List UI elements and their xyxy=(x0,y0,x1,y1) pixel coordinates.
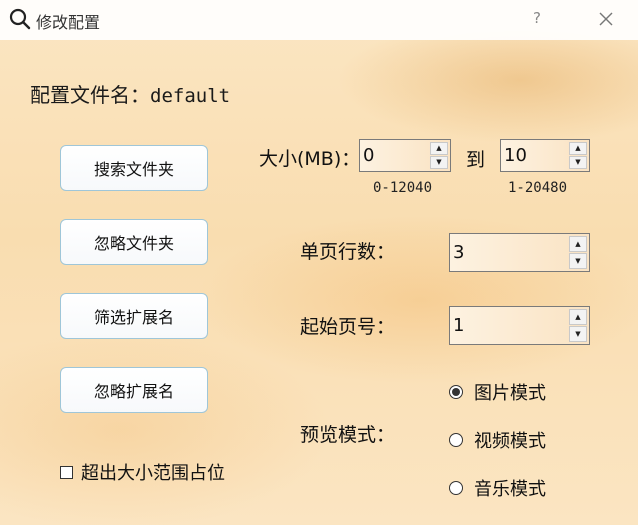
size-min-value[interactable]: 0 xyxy=(363,140,374,171)
out-of-range-placeholder-checkbox[interactable]: 超出大小范围占位 xyxy=(60,459,225,485)
title-bar: 修改配置 ? xyxy=(0,0,638,40)
caret-down-icon[interactable]: ▼ xyxy=(430,156,448,169)
checkbox-box[interactable] xyxy=(60,465,73,479)
radio-button[interactable] xyxy=(449,385,463,399)
radio-button[interactable] xyxy=(449,481,463,495)
close-button[interactable] xyxy=(597,10,615,28)
window-title: 修改配置 xyxy=(36,13,101,32)
config-name: 配置文件名：default xyxy=(30,79,230,108)
search-icon xyxy=(9,8,31,30)
radio-image-mode[interactable]: 图片模式 xyxy=(449,379,546,405)
ignore-folder-button[interactable]: 忽略文件夹 xyxy=(60,219,208,265)
preview-mode-label: 预览模式： xyxy=(300,424,396,446)
caret-up-icon[interactable]: ▲ xyxy=(569,309,587,325)
radio-label: 图片模式 xyxy=(474,383,546,404)
start-page-label: 起始页号： xyxy=(300,316,396,338)
caret-up-icon[interactable]: ▲ xyxy=(430,142,448,155)
size-max-value[interactable]: 10 xyxy=(504,140,527,171)
search-folder-button[interactable]: 搜索文件夹 xyxy=(60,145,208,191)
start-page-value[interactable]: 1 xyxy=(453,307,464,344)
config-name-value: default xyxy=(150,85,231,107)
rows-per-page-label: 单页行数： xyxy=(300,241,396,263)
start-page-spinbox[interactable]: 1 ▲ ▼ xyxy=(449,306,590,345)
rows-per-page-spinbox[interactable]: 3 ▲ ▼ xyxy=(449,233,590,272)
size-max-range: 1-20480 xyxy=(508,180,568,196)
size-min-spinbox[interactable]: 0 ▲ ▼ xyxy=(359,139,451,172)
caret-down-icon[interactable]: ▼ xyxy=(569,156,587,169)
ignore-extension-button[interactable]: 忽略扩展名 xyxy=(60,367,208,413)
size-min-range: 0-12040 xyxy=(373,180,433,196)
close-icon xyxy=(599,12,613,26)
config-name-label: 配置文件名： xyxy=(30,83,150,107)
caret-down-icon[interactable]: ▼ xyxy=(569,253,587,269)
radio-label: 视频模式 xyxy=(474,431,546,452)
size-label: 大小(MB)： xyxy=(259,148,361,170)
caret-down-icon[interactable]: ▼ xyxy=(569,326,587,342)
size-max-spinbox[interactable]: 10 ▲ ▼ xyxy=(500,139,590,172)
checkbox-label: 超出大小范围占位 xyxy=(81,463,225,484)
help-button[interactable]: ? xyxy=(533,9,541,27)
filter-extension-button[interactable]: 筛选扩展名 xyxy=(60,293,208,339)
radio-music-mode[interactable]: 音乐模式 xyxy=(449,475,546,501)
radio-video-mode[interactable]: 视频模式 xyxy=(449,427,546,453)
radio-label: 音乐模式 xyxy=(474,479,546,500)
caret-up-icon[interactable]: ▲ xyxy=(569,236,587,252)
caret-up-icon[interactable]: ▲ xyxy=(569,142,587,155)
size-to-label: 到 xyxy=(466,149,486,171)
radio-button[interactable] xyxy=(449,433,463,447)
rows-per-page-value[interactable]: 3 xyxy=(453,234,464,271)
